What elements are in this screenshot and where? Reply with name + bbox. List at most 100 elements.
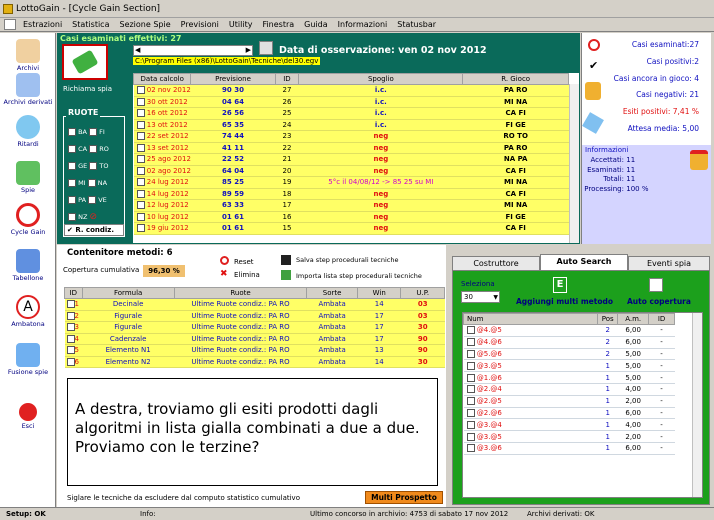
table-row[interactable]: 6 Elemento N2 Ultime Ruote condiz.: PA RO A… [64, 356, 445, 368]
row-checkbox[interactable] [136, 120, 145, 129]
row-checkbox[interactable] [466, 397, 475, 406]
row-checkbox[interactable] [466, 432, 475, 441]
sidebar-item-archivi[interactable]: Archivi [0, 39, 56, 72]
no-entry-icon[interactable]: ⊘ [89, 212, 97, 222]
ruota-checkbox[interactable] [89, 145, 98, 153]
elimina-button[interactable]: Elimina [234, 271, 260, 279]
col-am[interactable]: A.m. [617, 313, 650, 325]
reset-icon[interactable] [220, 256, 229, 265]
row-checkbox[interactable] [136, 212, 145, 221]
sidebar-item-ritardi[interactable]: Ritardi [0, 115, 56, 148]
table-row[interactable]: 02 ago 2012 64 04 20 neg CA FI [133, 165, 569, 177]
row-checkbox[interactable] [136, 224, 145, 233]
ruota-checkbox[interactable] [68, 196, 76, 204]
ruota-checkbox[interactable] [88, 196, 97, 204]
row-checkbox[interactable] [136, 201, 145, 210]
ruota-checkbox[interactable] [89, 162, 98, 170]
col-rgioco[interactable]: R. Gioco [462, 73, 569, 85]
table-row[interactable]: 10 lug 2012 01 61 16 neg FI GE [133, 211, 569, 223]
col-spoglio[interactable]: Spoglio [298, 73, 464, 85]
ruota-checkbox[interactable] [68, 145, 76, 153]
table-row[interactable]: 30 ott 2012 04 64 26 i.c. MI NA [133, 96, 569, 108]
menu-estrazioni[interactable]: Estrazioni [18, 18, 67, 31]
table-row[interactable]: @1.@6 1 5,00- [463, 371, 675, 384]
row-checkbox[interactable] [466, 444, 475, 453]
table-row[interactable]: 5 Elemento N1 Ultime Ruote condiz.: PA RO A… [64, 344, 445, 357]
sidebar-item-ambatona[interactable]: A Ambatona [0, 295, 56, 328]
delete-icon[interactable]: ✖ [220, 269, 228, 279]
table-row[interactable]: 12 lug 2012 63 33 17 neg MI NA [133, 199, 569, 212]
col-id[interactable]: ID [64, 287, 83, 299]
row-checkbox[interactable] [136, 143, 145, 152]
ruota-checkbox[interactable] [68, 179, 76, 187]
menu-guida[interactable]: Guida [299, 18, 332, 31]
table-row[interactable]: 14 lug 2012 89 59 18 neg CA FI [133, 188, 569, 200]
ruota-checkbox[interactable] [89, 128, 98, 136]
table-row[interactable]: @3.@6 1 6,00- [463, 442, 675, 455]
ruota-checkbox[interactable] [87, 179, 96, 187]
multi-prospetto-button[interactable]: Multi Prospetto [365, 491, 443, 504]
ruota-checkbox[interactable] [68, 128, 76, 136]
auto-copertura-button[interactable]: Auto copertura [627, 297, 691, 306]
row-checkbox[interactable] [466, 361, 475, 370]
richiama-spia-button[interactable] [62, 44, 108, 80]
row-checkbox[interactable] [66, 346, 75, 355]
row-checkbox[interactable] [466, 349, 475, 358]
document-icon[interactable] [4, 19, 16, 30]
table-row[interactable]: @2.@6 1 6,00- [463, 407, 675, 420]
menu-statusbar[interactable]: Statusbar [392, 18, 441, 31]
table-row[interactable]: 19 giu 2012 01 61 15 neg CA FI [133, 222, 569, 235]
rcondiz-checkbox[interactable]: ✔ R. condiz. [64, 224, 124, 236]
col-data-calcolo[interactable]: Data calcolo [132, 73, 192, 85]
col-id[interactable]: ID [648, 313, 675, 325]
table-row[interactable]: 24 lug 2012 85 25 19 5°c il 04/08/12 -> 85 … [133, 176, 569, 189]
col-previsione[interactable]: Previsione [190, 73, 276, 85]
table-row[interactable]: 13 ott 2012 65 35 24 i.c. FI GE [133, 119, 569, 131]
row-checkbox[interactable] [136, 189, 145, 198]
grid-icon[interactable] [649, 278, 663, 292]
import-icon[interactable] [281, 270, 291, 280]
tab-eventi-spia[interactable]: Eventi spia [628, 256, 710, 270]
table-row[interactable]: 13 set 2012 41 11 22 neg PA RO [133, 142, 569, 154]
scroll-left-icon[interactable]: ◀ [135, 46, 140, 54]
sidebar-item-archivi-derivati[interactable]: Archivi derivati [0, 73, 56, 106]
table-row[interactable]: @4.@5 2 6,00- [463, 324, 675, 337]
row-checkbox[interactable] [136, 178, 145, 187]
table-row[interactable]: 3 Figurale Ultime Ruote condiz.: PA RO Amba… [64, 321, 445, 334]
table-row[interactable]: 4 Cadenzale Ultime Ruote condiz.: PA RO Amb… [64, 333, 445, 345]
row-checkbox[interactable] [136, 86, 145, 95]
row-checkbox[interactable] [66, 311, 75, 320]
row-checkbox[interactable] [136, 109, 145, 118]
table-row[interactable]: 22 set 2012 74 44 23 neg RO TO [133, 130, 569, 143]
table-row[interactable]: @2.@5 1 2,00- [463, 395, 675, 408]
row-checkbox[interactable] [136, 97, 145, 106]
sidebar-item-tabellone[interactable]: Tabellone [0, 249, 56, 282]
menu-finestra[interactable]: Finestra [257, 18, 299, 31]
open-file-icon[interactable] [259, 41, 273, 55]
col-up[interactable]: U.P. [400, 287, 445, 299]
chevron-down-icon[interactable]: ▼ [493, 292, 498, 303]
sidebar-item-fusione-spie[interactable]: Fusione spie [0, 343, 56, 376]
col-formula[interactable]: Formula [81, 287, 175, 299]
table-row[interactable]: @4.@6 2 6,00- [463, 336, 675, 349]
menu-sezione-spie[interactable]: Sezione Spie [114, 18, 175, 31]
col-num[interactable]: Num [462, 313, 599, 325]
file-scrollbar[interactable]: ◀ ▶ [133, 45, 253, 56]
row-checkbox[interactable] [66, 357, 75, 366]
menu-previsioni[interactable]: Previsioni [176, 18, 224, 31]
col-sorte[interactable]: Sorte [306, 287, 358, 299]
menu-utility[interactable]: Utility [224, 18, 258, 31]
seleziona-select[interactable]: 30 ▼ [461, 291, 500, 303]
table-row[interactable]: @3.@5 1 2,00- [463, 430, 675, 443]
row-checkbox[interactable] [136, 155, 145, 164]
table-scrollbar[interactable] [569, 84, 579, 243]
table-row[interactable]: @3.@5 1 5,00- [463, 359, 675, 373]
row-checkbox[interactable] [466, 385, 475, 394]
table-row[interactable]: @3.@4 1 4,00- [463, 418, 675, 432]
scroll-right-icon[interactable]: ▶ [246, 46, 251, 54]
sidebar-item-cycle-gain[interactable]: Cycle Gain [0, 203, 56, 236]
col-pos[interactable]: Pos [597, 313, 619, 325]
row-checkbox[interactable] [136, 166, 145, 175]
row-checkbox[interactable] [66, 334, 75, 343]
table-row[interactable]: 02 nov 2012 90 30 27 i.c. PA RO [133, 84, 569, 97]
